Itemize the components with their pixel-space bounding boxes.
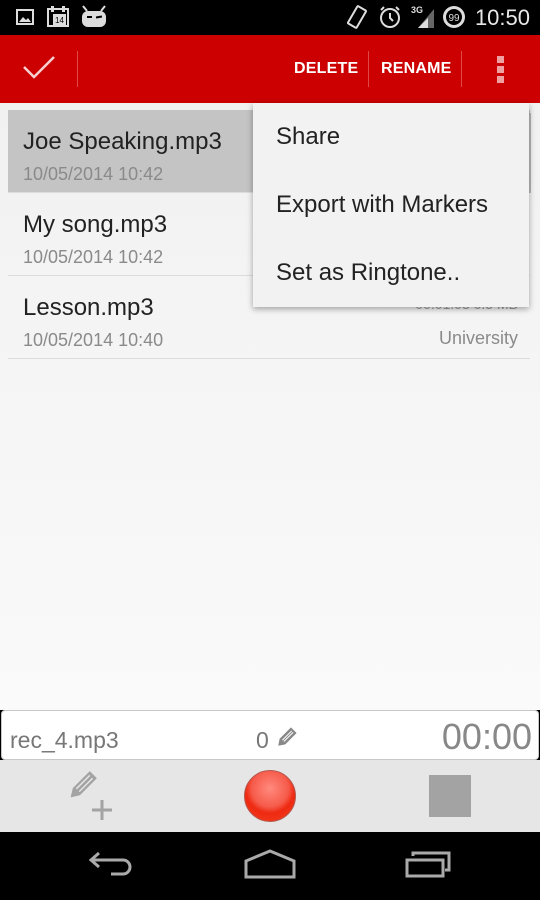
item-tag: University	[438, 328, 518, 348]
cyanogen-mascot-icon	[80, 4, 108, 33]
item-date: 10/05/2014 10:40	[23, 330, 164, 350]
home-icon	[243, 848, 297, 884]
overflow-dot	[496, 65, 504, 73]
item-name: My song.mp3	[23, 211, 168, 238]
status-bar: 14 3G 99 10:50	[0, 0, 540, 35]
divider	[77, 51, 78, 87]
marker-count: 0	[256, 727, 269, 753]
svg-text:14: 14	[55, 16, 64, 25]
menu-item-set-as-ringtone[interactable]: Set as Ringtone..	[253, 239, 529, 307]
svg-text:99: 99	[448, 13, 460, 24]
calendar-notification-icon: 14	[46, 5, 70, 32]
back-icon	[87, 850, 137, 883]
overflow-dot	[496, 75, 504, 83]
marker-counter: 0	[256, 725, 299, 756]
marker-icon	[273, 725, 299, 756]
menu-item-share[interactable]: Share	[253, 103, 529, 171]
overflow-menu-button[interactable]	[478, 35, 522, 103]
divider	[461, 51, 462, 87]
delete-button[interactable]: DELETE	[294, 35, 358, 103]
record-icon	[244, 770, 296, 822]
recent-apps-button[interactable]	[388, 844, 468, 888]
recent-apps-icon	[403, 850, 453, 883]
rotation-icon	[346, 5, 368, 34]
recorder-controls	[0, 760, 540, 832]
menu-item-export-with-markers[interactable]: Export with Markers	[253, 171, 529, 239]
divider	[368, 51, 369, 87]
done-button[interactable]	[0, 35, 78, 103]
system-nav-bar	[0, 832, 540, 900]
home-button[interactable]	[230, 844, 310, 888]
signal-3g-icon: 3G	[410, 3, 436, 34]
add-marker-button[interactable]	[50, 760, 130, 832]
item-date: 10/05/2014 10:42	[23, 164, 164, 184]
rename-button[interactable]: RENAME	[381, 35, 452, 103]
stop-icon	[429, 775, 471, 817]
clock: 10:50	[474, 5, 530, 30]
svg-text:3G: 3G	[411, 5, 423, 15]
back-button[interactable]	[72, 844, 152, 888]
image-notification-icon	[16, 9, 34, 30]
item-name: Joe Speaking.mp3	[23, 128, 222, 155]
contextual-action-bar: DELETE RENAME	[0, 35, 540, 103]
item-name: Lesson.mp3	[23, 294, 154, 321]
overflow-menu-icon	[496, 55, 504, 63]
battery-icon: 99	[442, 5, 466, 34]
stop-button[interactable]	[410, 760, 490, 832]
elapsed-time: 00:00	[441, 716, 532, 757]
checkmark-icon	[22, 54, 56, 85]
recording-filename: rec_4.mp3	[10, 727, 119, 753]
recorder-info-panel: rec_4.mp3 0 00:00	[1, 710, 539, 760]
item-date: 10/05/2014 10:42	[23, 247, 164, 267]
record-button[interactable]	[230, 760, 310, 832]
alarm-icon	[378, 5, 402, 34]
add-marker-icon	[62, 764, 118, 829]
overflow-popup-menu: Share Export with Markers Set as Rington…	[253, 103, 529, 307]
